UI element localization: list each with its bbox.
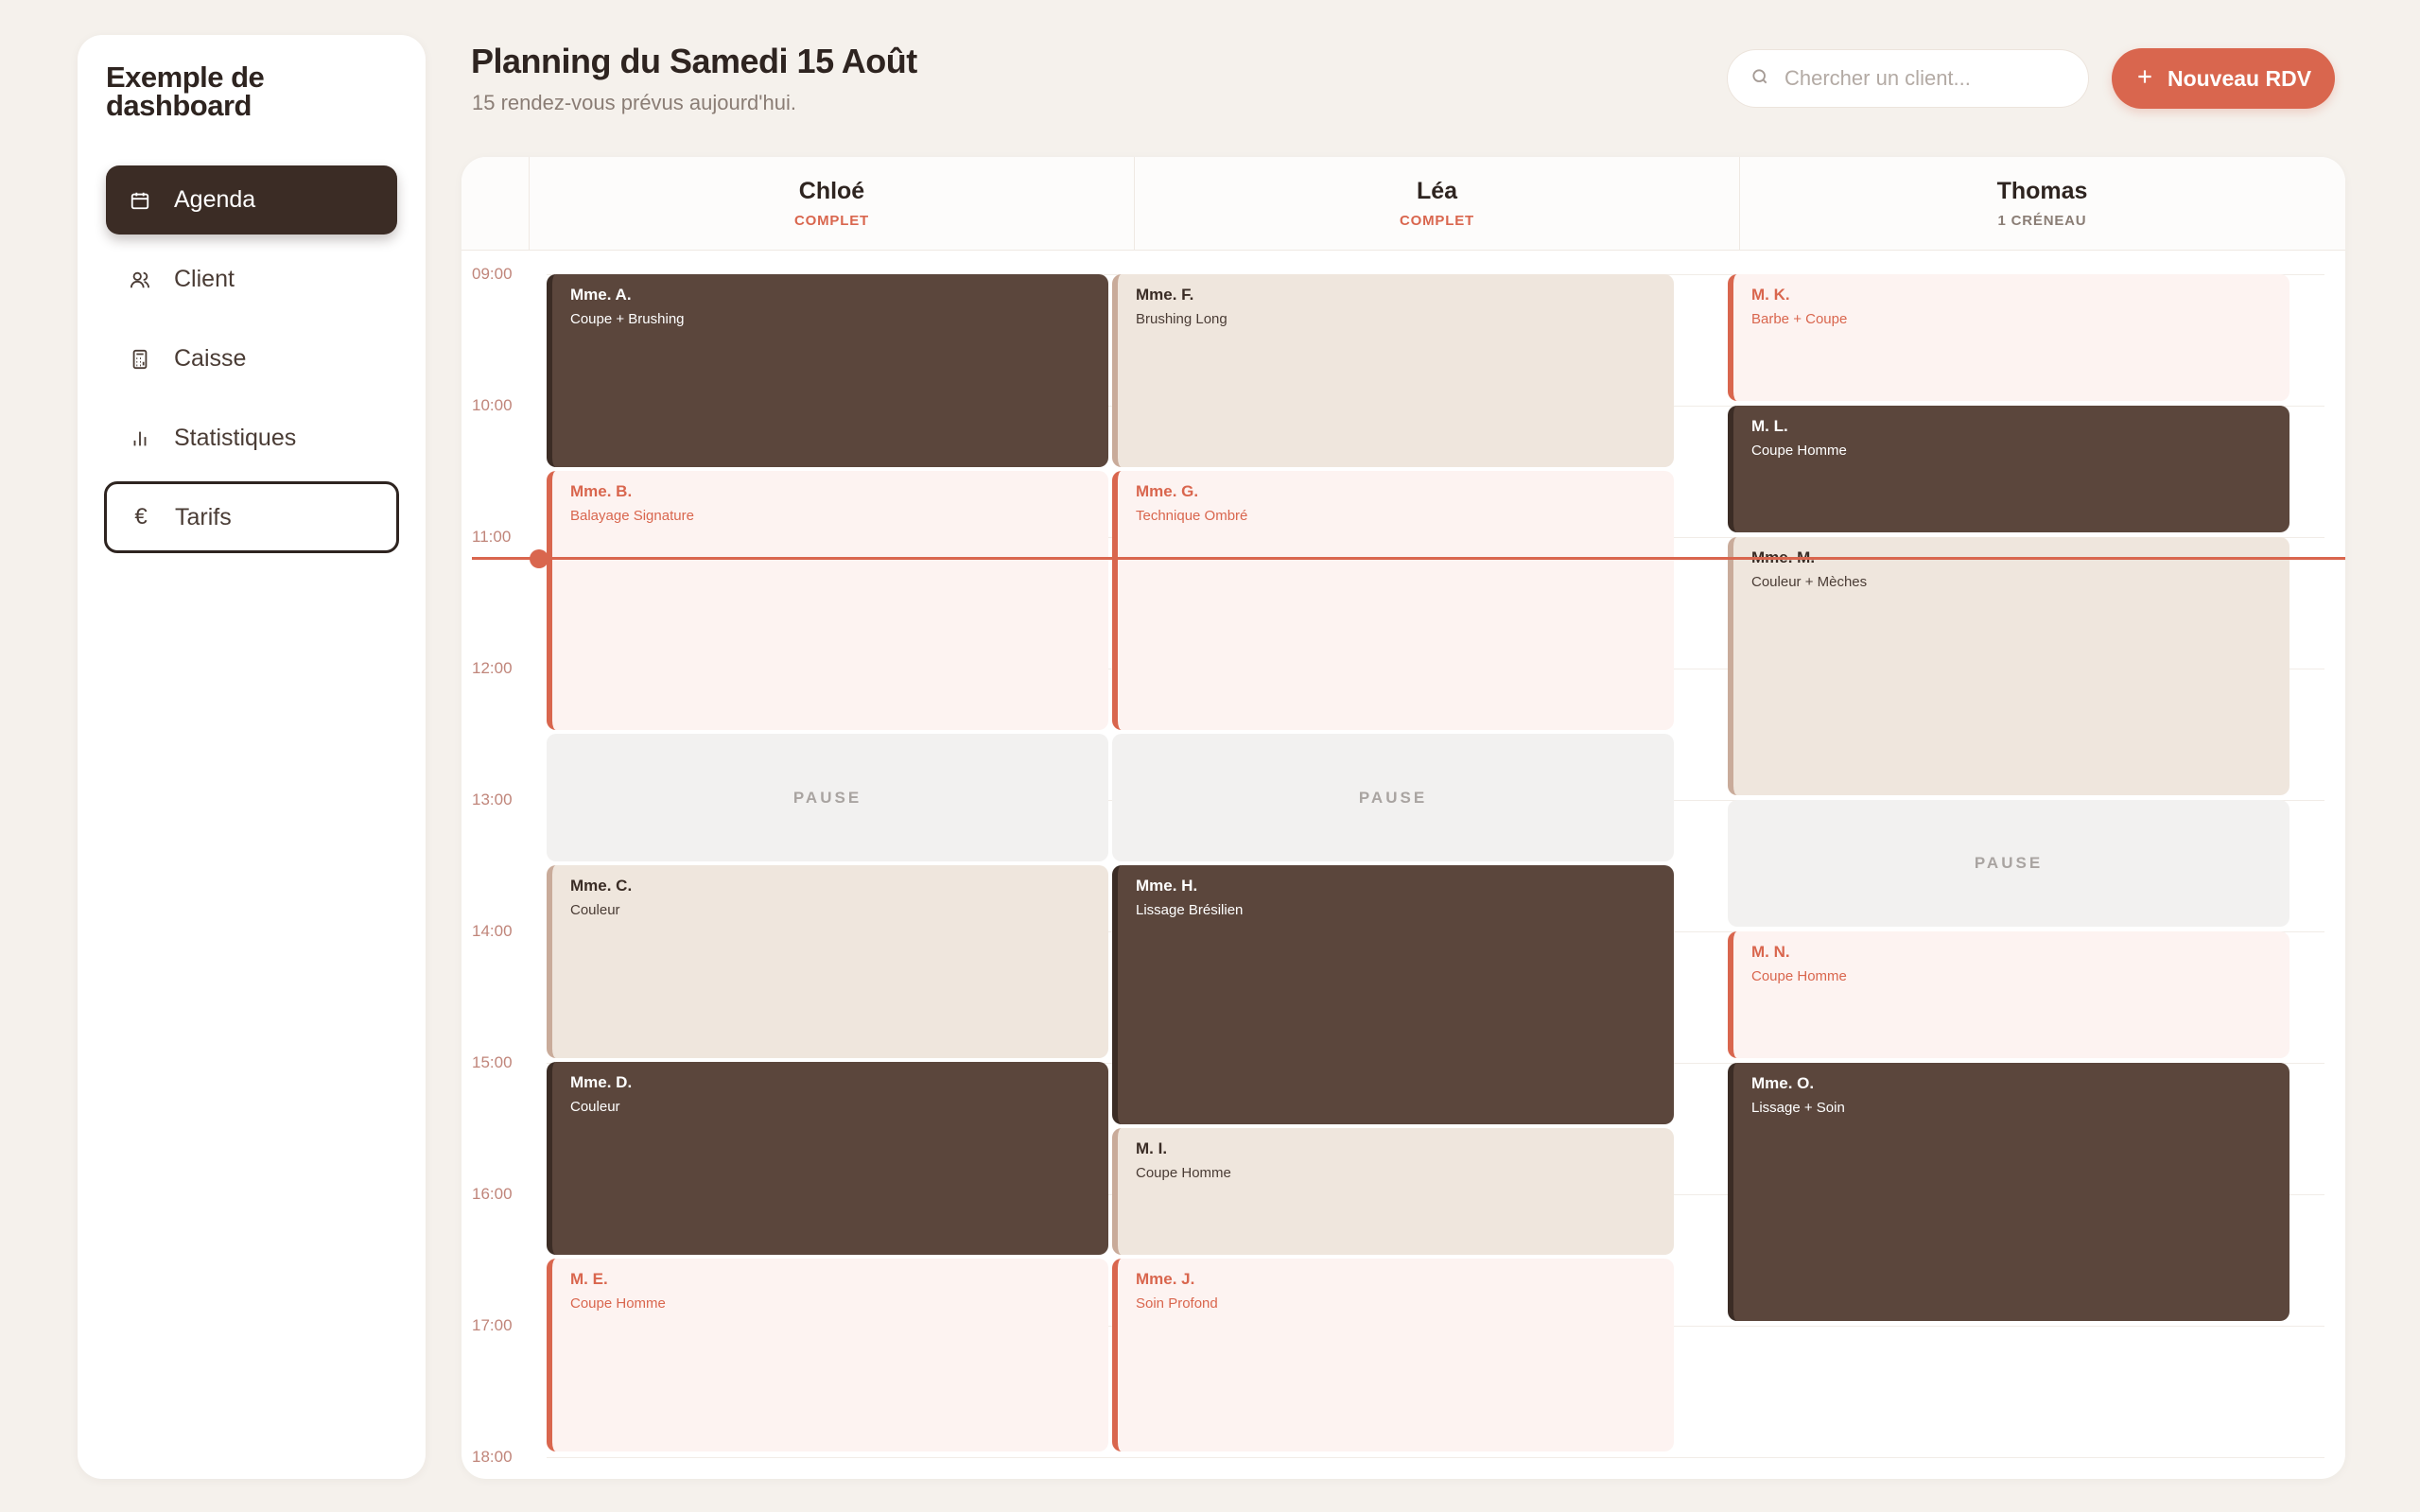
hour-label: 10:00 <box>472 396 513 414</box>
calendar-header: Chloé COMPLET Léa COMPLET Thomas 1 CRÉNE… <box>461 157 2345 251</box>
sidebar-item-label: Agenda <box>174 186 256 213</box>
appointment-service: Brushing Long <box>1136 311 1227 327</box>
hour-label: 11:00 <box>472 528 512 546</box>
page-subtitle: 15 rendez-vous prévus aujourd'hui. <box>472 91 796 114</box>
hour-label: 17:00 <box>472 1316 513 1334</box>
appointment-card[interactable]: M. E. Coupe Homme <box>547 1259 1108 1451</box>
hour-label: 13:00 <box>472 791 513 808</box>
new-appointment-button[interactable]: Nouveau RDV <box>2112 48 2335 109</box>
current-time-dot <box>530 549 548 568</box>
sidebar-item-client[interactable]: Client <box>106 245 397 314</box>
appointment-card[interactable]: M. L. Coupe Homme <box>1728 406 2289 532</box>
hour-label: 18:00 <box>472 1448 513 1466</box>
appointment-service: Coupe Homme <box>570 1295 666 1312</box>
appointment-client: M. I. <box>1136 1139 1168 1157</box>
calculator-icon <box>129 348 151 371</box>
appointment-service: Coupe Homme <box>1751 443 1847 459</box>
bar-chart-icon <box>129 427 151 450</box>
search-box[interactable] <box>1727 49 2089 108</box>
appointment-card[interactable]: Mme. J. Soin Profond <box>1112 1259 1674 1451</box>
appointment-client: Mme. A. <box>570 286 632 304</box>
appointment-service: Soin Profond <box>1136 1295 1218 1312</box>
euro-icon: € <box>134 504 148 530</box>
column-header-thomas: Thomas 1 CRÉNEAU <box>1739 157 2344 251</box>
sidebar-item-label: Caisse <box>174 345 247 372</box>
stylist-name: Thomas <box>1996 178 2088 204</box>
sidebar-item-label: Tarifs <box>175 503 232 530</box>
stylist-name: Chloé <box>798 178 865 204</box>
appointment-service: Technique Ombré <box>1136 508 1248 524</box>
sidebar-item-label: Statistiques <box>174 425 297 451</box>
appointment-card[interactable]: Mme. M. Couleur + Mèches <box>1728 537 2289 795</box>
appointment-card[interactable]: Mme. B. Balayage Signature <box>547 471 1108 730</box>
column-header-lea: Léa COMPLET <box>1134 157 1739 251</box>
appointment-service: Balayage Signature <box>570 508 694 524</box>
appointment-client: M. N. <box>1751 943 1790 961</box>
appointment-client: Mme. G. <box>1136 482 1199 500</box>
appointment-service: Couleur <box>570 1099 620 1115</box>
hour-line <box>547 1457 2324 1458</box>
appointment-card[interactable]: Mme. D. Couleur <box>547 1062 1108 1255</box>
page-title: Planning du Samedi 15 Août <box>471 42 917 80</box>
appointment-service: Couleur + Mèches <box>1751 574 1868 590</box>
pause-block: PAUSE <box>1728 800 2289 927</box>
sidebar-item-tarifs[interactable]: € Tarifs <box>104 481 399 553</box>
appointment-service: Lissage Brésilien <box>1136 902 1244 918</box>
stylist-status: 1 CRÉNEAU <box>1997 213 2087 229</box>
appointment-client: Mme. O. <box>1751 1074 1815 1092</box>
new-appointment-label: Nouveau RDV <box>2167 65 2312 91</box>
calendar-icon <box>129 189 151 212</box>
pause-block: PAUSE <box>1112 734 1674 861</box>
pause-block: PAUSE <box>547 734 1108 861</box>
hour-label: 09:00 <box>472 265 513 283</box>
appointment-client: Mme. F. <box>1136 286 1194 304</box>
appointment-card[interactable]: Mme. G. Technique Ombré <box>1112 471 1674 730</box>
appointment-service: Lissage + Soin <box>1751 1100 1845 1116</box>
hour-label: 12:00 <box>472 659 513 677</box>
appointment-client: M. K. <box>1751 286 1790 304</box>
sidebar-item-agenda[interactable]: Agenda <box>106 165 397 235</box>
appointment-service: Couleur <box>570 902 620 918</box>
appointment-card[interactable]: Mme. H. Lissage Brésilien <box>1112 865 1674 1124</box>
appointment-card[interactable]: Mme. O. Lissage + Soin <box>1728 1063 2289 1321</box>
hour-label: 15:00 <box>472 1053 513 1071</box>
appointment-client: Mme. C. <box>570 877 633 895</box>
hour-label: 14:00 <box>472 922 513 940</box>
appointment-client: Mme. B. <box>570 482 633 500</box>
column-header-chloe: Chloé COMPLET <box>529 157 1134 251</box>
brand-title: Exemple de dashboard <box>106 61 265 122</box>
stylist-name: Léa <box>1416 178 1458 204</box>
sidebar-item-label: Client <box>174 266 235 292</box>
sidebar-item-statistiques[interactable]: Statistiques <box>106 404 397 473</box>
appointment-client: Mme. D. <box>570 1073 633 1091</box>
stylist-status: COMPLET <box>1400 213 1474 229</box>
search-input[interactable] <box>1785 66 2068 91</box>
appointment-card[interactable]: M. N. Coupe Homme <box>1728 931 2289 1058</box>
appointment-service: Coupe Homme <box>1136 1165 1231 1181</box>
sidebar-item-caisse[interactable]: Caisse <box>106 324 397 393</box>
appointment-card[interactable]: Mme. C. Couleur <box>547 865 1108 1058</box>
stylist-status: COMPLET <box>794 213 869 229</box>
appointment-service: Coupe + Brushing <box>570 311 685 327</box>
calendar: Chloé COMPLET Léa COMPLET Thomas 1 CRÉNE… <box>461 157 2345 1479</box>
appointment-client: Mme. H. <box>1136 877 1198 895</box>
appointment-card[interactable]: Mme. A. Coupe + Brushing <box>547 274 1108 467</box>
appointment-card[interactable]: Mme. F. Brushing Long <box>1112 274 1674 467</box>
sidebar: Exemple de dashboard Agenda Client Caiss… <box>78 35 426 1479</box>
plus-icon <box>2135 66 2154 92</box>
appointment-service: Coupe Homme <box>1751 968 1847 984</box>
search-icon <box>1750 67 1769 91</box>
current-time-line <box>472 557 2345 560</box>
appointment-client: M. L. <box>1751 417 1788 435</box>
appointment-client: Mme. J. <box>1136 1270 1195 1288</box>
appointment-card[interactable]: M. K. Barbe + Coupe <box>1728 274 2289 401</box>
appointment-card[interactable]: M. I. Coupe Homme <box>1112 1128 1674 1255</box>
users-icon <box>129 269 151 291</box>
hour-label: 16:00 <box>472 1185 513 1203</box>
appointment-client: M. E. <box>570 1270 608 1288</box>
appointment-service: Barbe + Coupe <box>1751 311 1848 327</box>
